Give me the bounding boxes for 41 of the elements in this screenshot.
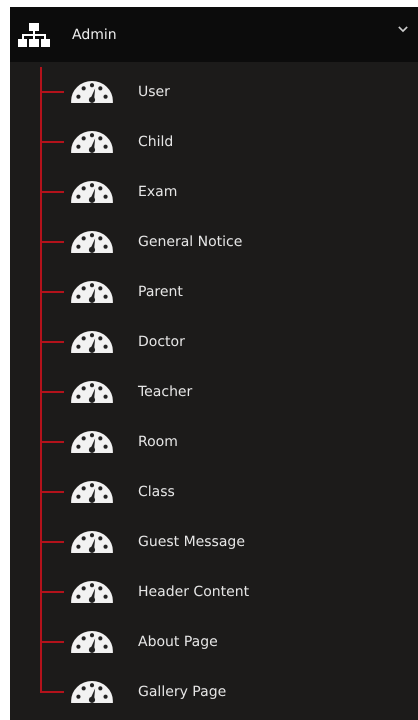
tree-line <box>40 417 64 443</box>
menu-item[interactable]: General Notice <box>64 217 242 267</box>
menu-item[interactable]: About Page <box>64 617 218 667</box>
menu-item[interactable]: Child <box>64 117 174 167</box>
menu-item[interactable]: Gallery Page <box>64 667 226 717</box>
dashboard-icon <box>70 580 114 604</box>
menu-item[interactable]: User <box>64 67 170 117</box>
tree-line <box>40 667 64 693</box>
tree-line <box>40 617 64 643</box>
dashboard-icon <box>70 480 114 504</box>
dashboard-icon <box>70 530 114 554</box>
tree-line <box>40 517 64 543</box>
dashboard-icon <box>70 630 114 654</box>
dashboard-icon <box>70 380 114 404</box>
menu-item[interactable]: Parent <box>64 267 183 317</box>
tree-line <box>40 167 64 193</box>
dashboard-icon <box>70 430 114 454</box>
dashboard-icon <box>70 230 114 254</box>
menu-item[interactable]: Teacher <box>64 367 192 417</box>
tree-line <box>40 367 64 393</box>
sitemap-icon <box>18 22 50 48</box>
dashboard-icon <box>70 130 114 154</box>
menu-item[interactable]: Guest Message <box>64 517 245 567</box>
dashboard-icon <box>70 680 114 704</box>
menu-item[interactable]: Doctor <box>64 317 185 367</box>
tree-line <box>40 567 64 593</box>
tree-line <box>40 267 64 293</box>
menu-header[interactable]: Admin <box>10 7 418 62</box>
tree-line <box>40 467 64 493</box>
tree-line <box>40 317 64 343</box>
dashboard-icon <box>70 330 114 354</box>
dashboard-icon <box>70 80 114 104</box>
menu-item[interactable]: Class <box>64 467 175 517</box>
menu-item[interactable]: Header Content <box>64 567 250 617</box>
tree-line <box>40 217 64 243</box>
dashboard-icon <box>70 280 114 304</box>
tree-line <box>40 117 64 143</box>
dashboard-icon <box>70 180 114 204</box>
menu-item[interactable]: Exam <box>64 167 178 217</box>
menu-item[interactable]: Room <box>64 417 178 467</box>
tree-line <box>40 67 64 93</box>
